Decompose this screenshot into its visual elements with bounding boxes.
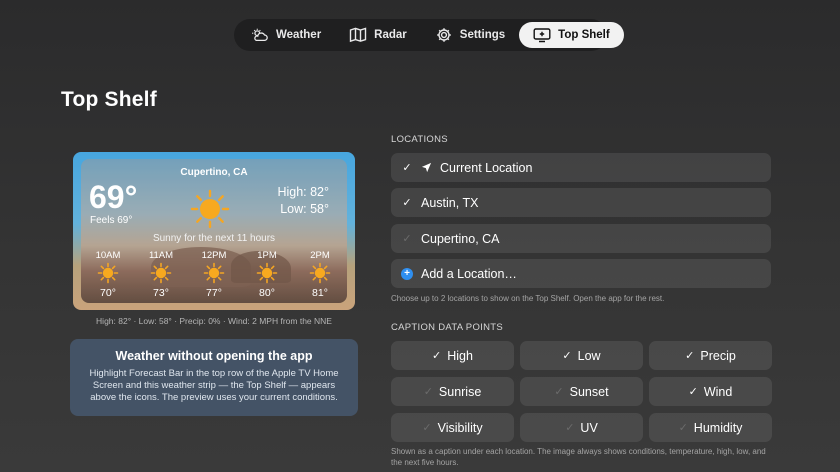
location-label: Current Location <box>440 160 533 175</box>
checkmark-icon: ✓ <box>685 350 695 362</box>
toggle-wind[interactable]: ✓ Wind <box>649 377 772 406</box>
weather-icon <box>252 28 268 42</box>
info-card: Weather without opening the app Highligh… <box>70 339 358 416</box>
tab-radar-label: Radar <box>374 29 407 41</box>
toggle-label: Visibility <box>437 420 483 435</box>
hour-temp: 70° <box>100 287 116 299</box>
checkmark-icon: ✓ <box>562 350 572 362</box>
toggle-sunrise[interactable]: ✓ Sunrise <box>391 377 514 406</box>
toggle-precip[interactable]: ✓ Precip <box>649 341 772 370</box>
location-arrow-icon <box>421 162 432 173</box>
toggle-label: UV <box>580 420 598 435</box>
hourly-forecast: 10AM 70° 11AM 73° 12PM 77° 1PM 80° 2PM 8… <box>85 250 343 299</box>
checkmark-icon: ✓ <box>678 422 688 434</box>
toggle-low[interactable]: ✓ Low <box>520 341 643 370</box>
hour-temp: 73° <box>153 287 169 299</box>
toggle-high[interactable]: ✓ High <box>391 341 514 370</box>
location-row-cupertino[interactable]: ✓ Cupertino, CA <box>391 224 771 253</box>
map-icon <box>349 27 367 43</box>
checkmark-icon: ✓ <box>554 386 564 398</box>
preview-low: Low: 58° <box>280 202 329 216</box>
sun-icon <box>190 189 230 229</box>
hour-label: 1PM <box>257 250 277 261</box>
tab-radar[interactable]: Radar <box>335 22 421 48</box>
preview-high: High: 82° <box>277 185 329 199</box>
preview-summary: Sunny for the next 11 hours <box>152 233 276 244</box>
hour-item: 11AM 73° <box>138 250 184 299</box>
hour-label: 12PM <box>201 250 227 261</box>
gear-icon <box>436 28 451 42</box>
hour-item: 1PM 80° <box>244 250 290 299</box>
checkmark-icon: ✓ <box>423 386 433 398</box>
hour-item: 2PM 81° <box>297 250 343 299</box>
checkmark-icon: ✓ <box>432 350 442 362</box>
tab-weather-label: Weather <box>276 29 322 41</box>
sun-icon <box>256 262 278 284</box>
top-shelf-preview: Cupertino, CA 69° Feels 69° High: 82° Lo… <box>73 152 355 310</box>
locations-header: LOCATIONS <box>391 134 448 145</box>
hour-item: 12PM 77° <box>191 250 237 299</box>
toggle-humidity[interactable]: ✓ Humidity <box>649 413 772 442</box>
tab-settings-label: Settings <box>459 29 506 41</box>
tab-weather[interactable]: Weather <box>237 22 335 48</box>
sun-icon <box>309 262 331 284</box>
preview-caption: High: 82° · Low: 58° · Precip: 0% · Wind… <box>96 316 332 326</box>
caption-points-helper: Shown as a caption under each location. … <box>391 447 766 467</box>
hour-label: 10AM <box>95 250 121 261</box>
caption-points-header: CAPTION DATA POINTS <box>391 322 503 333</box>
toggle-label: High <box>447 348 473 363</box>
toggle-label: Low <box>577 348 601 363</box>
page-title: Top Shelf <box>61 88 157 111</box>
info-title: Weather without opening the app <box>115 349 313 363</box>
checkmark-icon: ✓ <box>402 197 412 209</box>
info-body: Highlight Forecast Bar in the top row of… <box>89 368 339 403</box>
preview-city: Cupertino, CA <box>180 167 248 178</box>
checkmark-icon: ✓ <box>422 422 432 434</box>
toggle-uv[interactable]: ✓ UV <box>520 413 643 442</box>
hour-temp: 77° <box>206 287 222 299</box>
preview-feels-like: Feels 69° <box>90 215 133 226</box>
locations-helper: Choose up to 2 locations to show on the … <box>391 294 665 303</box>
location-row-austin[interactable]: ✓ Austin, TX <box>391 188 771 217</box>
checkmark-icon: ✓ <box>688 386 698 398</box>
tv-icon <box>533 28 551 43</box>
tab-top-shelf-label: Top Shelf <box>558 29 610 41</box>
toggle-label: Humidity <box>693 420 743 435</box>
checkmark-icon: ✓ <box>402 233 412 245</box>
hour-temp: 80° <box>259 287 275 299</box>
plus-icon: + <box>401 267 413 280</box>
toggle-visibility[interactable]: ✓ Visibility <box>391 413 514 442</box>
checkmark-icon: ✓ <box>402 162 412 174</box>
hour-label: 2PM <box>310 250 330 261</box>
add-location-button[interactable]: + Add a Location… <box>391 259 771 288</box>
hour-temp: 81° <box>312 287 328 299</box>
hour-item: 10AM 70° <box>85 250 131 299</box>
location-label: Austin, TX <box>421 195 479 210</box>
toggle-label: Wind <box>703 384 733 399</box>
toggle-label: Sunset <box>569 384 609 399</box>
sun-icon <box>150 262 172 284</box>
tab-top-shelf[interactable]: Top Shelf <box>519 22 624 48</box>
sun-icon <box>97 262 119 284</box>
toggle-label: Sunrise <box>438 384 482 399</box>
caption-points-grid: ✓ High ✓ Low ✓ Precip ✓ Sunrise ✓ Sunset ✓ Win… <box>391 341 772 442</box>
preview-temperature: 69° <box>89 179 138 215</box>
preview-image: Cupertino, CA 69° Feels 69° High: 82° Lo… <box>81 159 347 303</box>
sun-icon <box>203 262 225 284</box>
checkmark-icon: ✓ <box>565 422 575 434</box>
hour-label: 11AM <box>148 250 174 261</box>
location-row-current[interactable]: ✓ Current Location <box>391 153 771 182</box>
toggle-sunset[interactable]: ✓ Sunset <box>520 377 643 406</box>
tab-bar: Weather Radar Settings Top Shelf <box>234 19 624 51</box>
toggle-label: Precip <box>700 348 736 363</box>
add-location-label: Add a Location… <box>421 266 517 281</box>
location-label: Cupertino, CA <box>421 231 500 246</box>
tab-settings[interactable]: Settings <box>421 22 519 48</box>
